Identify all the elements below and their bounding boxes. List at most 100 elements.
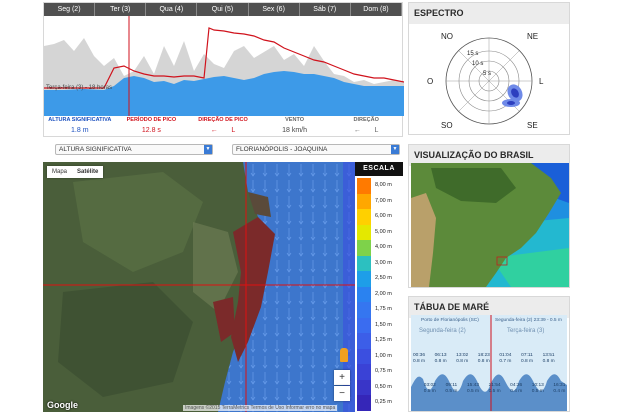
scale-label: 5,00 m [375, 228, 392, 235]
scale-swatch [357, 317, 371, 333]
metric-value: 12.8 s [141, 127, 161, 134]
scale-swatch [357, 379, 371, 395]
day-tab[interactable]: Qui (5) [197, 3, 249, 16]
spectrum-polar-plot: 15 s 10 s 5 s NO NE L SE SO O [427, 32, 544, 130]
brazil-map[interactable] [411, 163, 569, 287]
scale-label: 8,00 m [375, 182, 392, 188]
tide-high-label: 01:04 0.7 m [499, 353, 512, 364]
variable-select-value: ALTURA SIGNIFICATIVA [59, 146, 132, 153]
day-tab[interactable]: Seg (2) [44, 3, 96, 16]
tide-high-label: 18:23 0.8 m [477, 353, 490, 364]
scale-label: 0,75 m [375, 368, 392, 374]
map-attribution[interactable]: Imagens ©2015 TerraMetrics Termos de Uso… [183, 405, 338, 411]
metric-value: 1.8 m [71, 127, 89, 134]
scale-label: 2,00 m [375, 290, 392, 297]
metric-peak-period: PERÍODO DE PICO 12.8 s [116, 116, 188, 138]
scale-label: 7,00 m [375, 197, 392, 204]
compass-se: SE [527, 121, 538, 130]
compass-sw: SO [441, 121, 453, 130]
scale-label: 0,50 m [375, 383, 392, 390]
metric-label: DIREÇÃO [353, 117, 379, 123]
metric-wind-direction: DIREÇÃO ← L [330, 116, 402, 138]
google-logo: Google [47, 400, 78, 410]
variable-select[interactable]: ALTURA SIGNIFICATIVA ▼ [55, 144, 213, 155]
scale-label: 1,50 m [375, 321, 392, 328]
street-view-pegman-icon[interactable] [340, 348, 348, 362]
tide-low-label: 15:43 0.5 m [466, 383, 479, 394]
metric-label: VENTO [285, 117, 304, 123]
compass-ne: NE [527, 32, 538, 41]
scale-swatch [357, 271, 371, 287]
day-tab[interactable]: Sex (6) [249, 3, 300, 16]
zoom-in-button[interactable]: + [334, 370, 350, 385]
scale-swatch [357, 178, 371, 194]
metric-label: DIREÇÃO DE PICO [198, 117, 248, 123]
scale-swatch [357, 348, 371, 364]
metric-value: 18 km/h [282, 127, 308, 134]
day-bar: Seg (2) Ter (3) Qua (4) Qui (5) Sex (6) … [44, 3, 402, 16]
compass-w: O [427, 77, 433, 86]
zoom-out-button[interactable]: − [334, 386, 350, 401]
scale-swatch [357, 209, 371, 225]
map-toggle-button[interactable]: Mapa [47, 166, 72, 178]
forecast-panel: Seg (2) Ter (3) Qua (4) Qui (5) Sex (6) … [43, 2, 404, 138]
chevron-down-icon: ▼ [204, 145, 212, 154]
arrow-left-icon: ← [210, 127, 218, 134]
tide-high-label: 13:51 0.8 m [542, 353, 555, 364]
day-tab[interactable]: Ter (3) [95, 3, 147, 16]
scale-swatch [357, 302, 371, 318]
scale-swatch [357, 193, 371, 209]
compass-e: L [539, 77, 544, 86]
ring-label: 10 s [472, 61, 483, 67]
metric-wave-height: ALTURA SIGNIFICATIVA 1.8 m [44, 116, 116, 138]
scale-label: 1,75 m [375, 306, 392, 312]
chart-tooltip: Terça-feira (3) - 18 horas [46, 85, 113, 91]
satellite-toggle-button[interactable]: Satélite [72, 166, 103, 178]
arrow-left-icon: ← [353, 127, 361, 134]
day-tab[interactable]: Sáb (7) [300, 3, 351, 16]
metric-peak-direction: DIREÇÃO DE PICO ← L [187, 116, 259, 138]
scale-label: 4,00 m [375, 244, 392, 250]
tide-low-label: 16:31 0.4 m [553, 383, 566, 394]
metric-label: PERÍODO DE PICO [126, 117, 177, 123]
forecast-chart[interactable] [44, 16, 404, 116]
compass-nw: NO [441, 32, 453, 41]
day-tab[interactable]: Qua (4) [146, 3, 198, 16]
metric-value-row: ← L [330, 127, 402, 134]
location-select[interactable]: FLORIANÓPOLIS - JOAQUINA ▼ [232, 144, 400, 155]
tide-low-label: 04:26 0.4 m [510, 383, 523, 394]
ring-label: 15 s [467, 51, 478, 57]
spectrum-panel: ESPECTRO 15 s 10 s 5 s NO NE L SE SO O [408, 2, 570, 135]
tide-low-label: 21:54 0.5 m [488, 383, 501, 394]
tide-chart[interactable]: Porto de Florianópolis (SC) Segunda-feir… [411, 315, 567, 411]
metric-value: L [231, 127, 236, 134]
scale-label: 1,00 m [375, 352, 392, 359]
scale-swatch [357, 240, 371, 256]
scale-label: 2,50 m [375, 275, 392, 281]
map-type-toggle: Mapa Satélite [47, 166, 104, 178]
chevron-down-icon: ▼ [391, 145, 399, 154]
metrics-row: ALTURA SIGNIFICATIVA 1.8 m PERÍODO DE PI… [44, 116, 402, 138]
scale-label: 3,00 m [375, 259, 392, 266]
scale-swatch [357, 255, 371, 271]
tide-panel: TÁBUA DE MARÉ Porto de Florianópolis (SC… [408, 296, 570, 412]
spectrum-title: ESPECTRO [409, 3, 569, 24]
tide-low-label: 10:13 0.5 m [531, 383, 544, 394]
scale-label: 1,25 m [375, 337, 392, 343]
scale-label: 6,00 m [375, 213, 392, 219]
scale-swatch [357, 333, 371, 349]
location-select-value: FLORIANÓPOLIS - JOAQUINA [236, 146, 328, 153]
metric-label: ALTURA SIGNIFICATIVA [48, 117, 112, 123]
tide-high-label: 06:13 0.8 m [434, 353, 447, 364]
day-tab[interactable]: Dom (8) [351, 3, 402, 16]
scale-swatch [357, 286, 371, 302]
scale-swatch [357, 395, 371, 411]
tide-low-label: 09:11 0.5 m [445, 383, 458, 394]
wave-map[interactable]: Mapa Satélite + − Google Imagens ©2015 T… [43, 162, 403, 412]
metric-wind: VENTO 18 km/h [259, 116, 331, 138]
scale-swatch [357, 224, 371, 240]
color-scale: ESCALA 8,00 m 7,00 m 6,00 m 5,00 m 4,00 m 3,0… [355, 162, 403, 412]
tide-high-label: 13:02 0.8 m [456, 353, 469, 364]
scale-swatch [357, 364, 371, 380]
scale-label: 0,25 m [375, 399, 392, 405]
